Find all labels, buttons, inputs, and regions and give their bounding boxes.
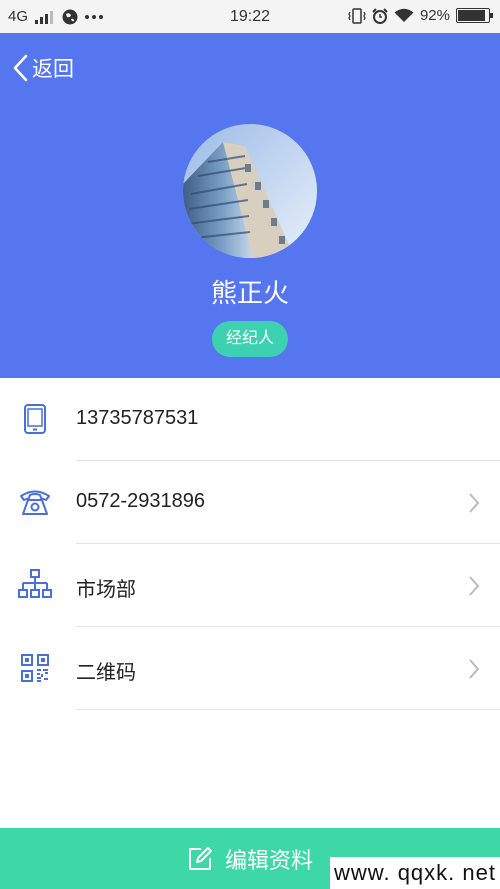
chevron-right-icon bbox=[469, 659, 480, 679]
edit-icon bbox=[188, 846, 212, 870]
back-label: 返回 bbox=[32, 58, 74, 81]
profile-header: 返回 熊正火 经纪人 bbox=[0, 33, 500, 378]
chevron-left-icon bbox=[13, 54, 28, 82]
telephone-row[interactable]: 0572-2931896 bbox=[0, 461, 500, 544]
department-label: 市场部 bbox=[76, 579, 136, 601]
building-avatar-image bbox=[183, 124, 317, 258]
watermark: www. qqxk. net bbox=[330, 857, 500, 889]
qr-code-icon bbox=[21, 654, 49, 682]
department-row[interactable]: 市场部 bbox=[0, 544, 500, 627]
divider bbox=[76, 709, 500, 710]
profile-name: 熊正火 bbox=[210, 278, 289, 308]
info-list: 13735787531 0572-2931896 市场部 二维码 bbox=[0, 378, 500, 710]
back-button[interactable]: 返回 bbox=[12, 53, 74, 83]
status-bar: 4G 19:22 92% bbox=[0, 0, 500, 33]
org-chart-icon bbox=[18, 569, 52, 598]
wifi-icon bbox=[394, 8, 414, 22]
telephone-number: 0572-2931896 bbox=[76, 490, 206, 512]
alarm-icon bbox=[372, 7, 388, 24]
qr-code-label: 二维码 bbox=[76, 662, 136, 684]
battery-icon bbox=[456, 8, 493, 23]
qr-code-row[interactable]: 二维码 bbox=[0, 627, 500, 710]
chevron-right-icon bbox=[469, 493, 480, 513]
edit-profile-label: 编辑资料 bbox=[224, 847, 313, 873]
battery-percent: 92% bbox=[419, 7, 450, 24]
role-badge: 经纪人 bbox=[212, 321, 288, 357]
mobile-number: 13735787531 bbox=[76, 407, 199, 429]
avatar bbox=[183, 124, 317, 258]
telephone-icon bbox=[20, 490, 50, 515]
chevron-right-icon bbox=[469, 576, 480, 596]
vibrate-icon bbox=[348, 7, 366, 24]
status-right: 92% bbox=[348, 7, 493, 24]
mobile-phone-icon bbox=[24, 404, 46, 434]
phone-mobile-row: 13735787531 bbox=[0, 378, 500, 461]
